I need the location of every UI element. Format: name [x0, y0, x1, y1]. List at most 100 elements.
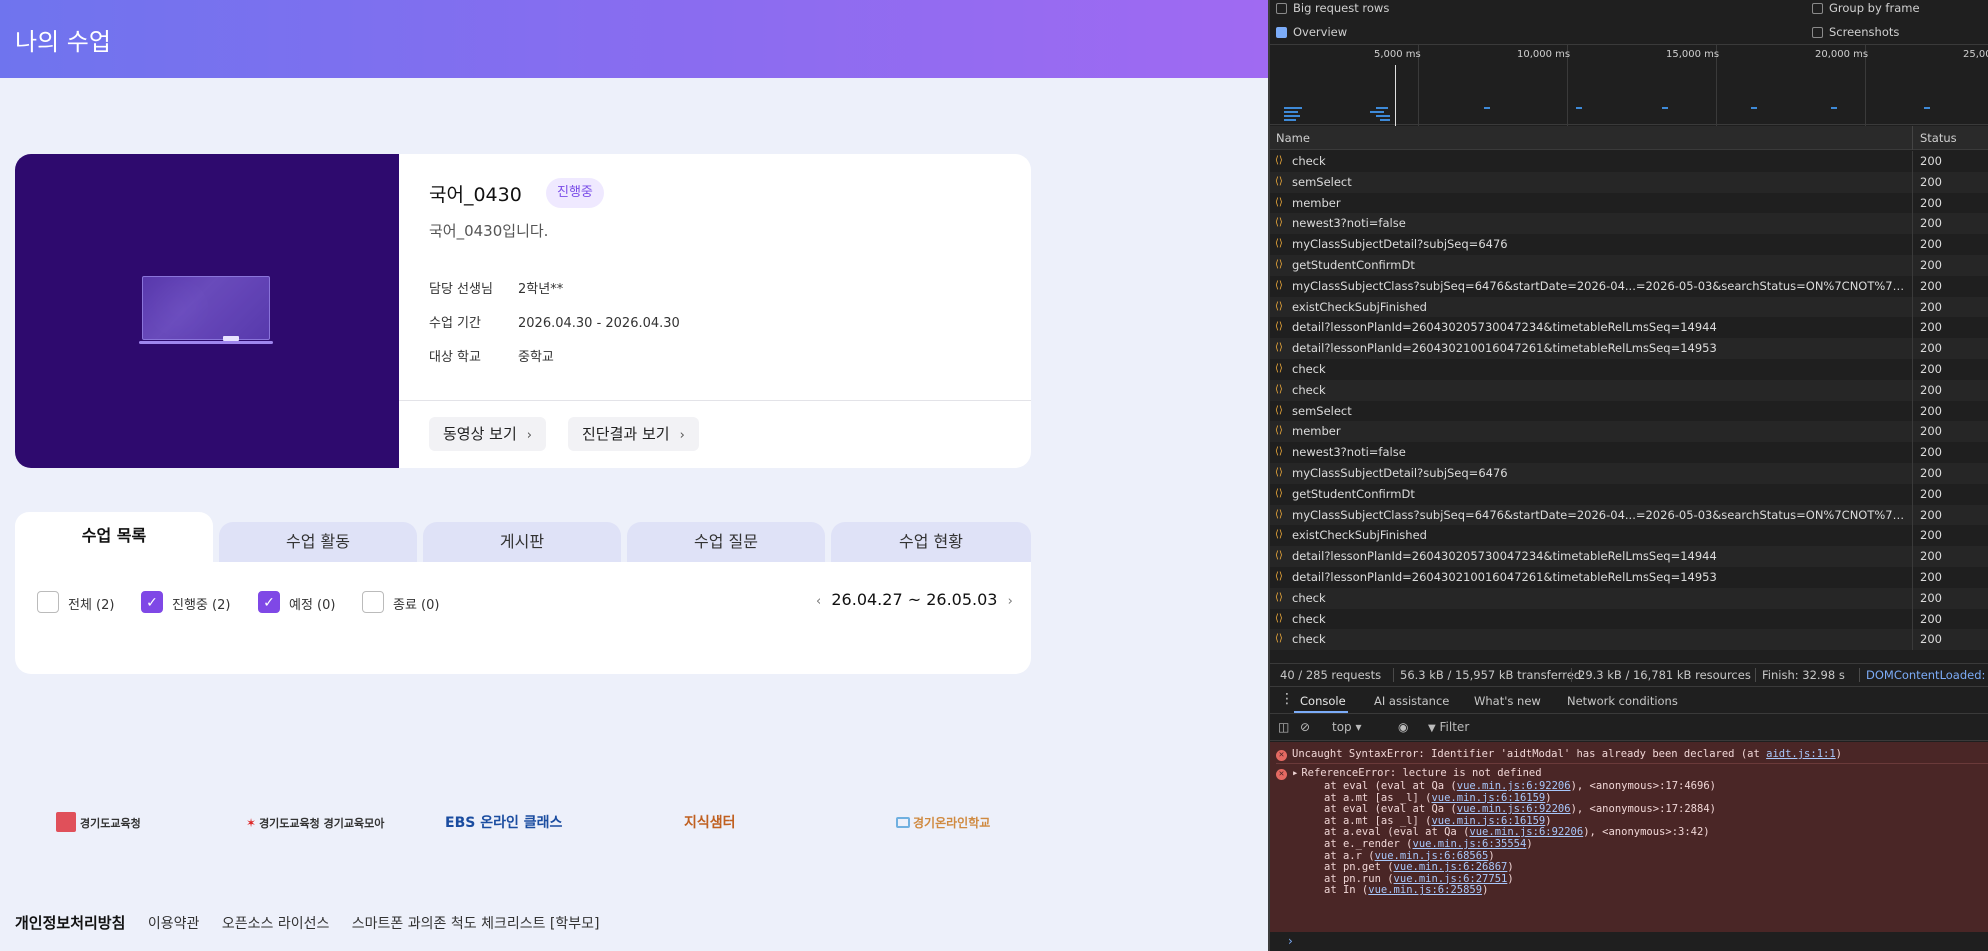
filter-in-progress[interactable]: ✓ 진행중 (2): [141, 591, 241, 613]
logo-gyeonggi-moa[interactable]: ✶ 경기도교육청 경기교육모아: [246, 808, 384, 838]
console-error-reference[interactable]: ✕ ▸ ReferenceError: lecture is not defined: [1276, 767, 1988, 780]
request-row[interactable]: ⟨⟩ semSelect 200: [1270, 171, 1988, 193]
request-row[interactable]: ⟨⟩ detail?lessonPlanId=260430210016047261…: [1270, 338, 1988, 359]
source-link[interactable]: vue.min.js:6:26867: [1394, 861, 1508, 873]
sidebar-toggle-icon[interactable]: ◫: [1278, 720, 1289, 734]
checkbox-checked[interactable]: [1276, 27, 1287, 38]
source-link[interactable]: vue.min.js:6:16159: [1431, 815, 1545, 827]
checkbox-checked[interactable]: ✓: [258, 591, 280, 613]
checkbox[interactable]: [1812, 27, 1823, 38]
request-row[interactable]: ⟨⟩ newest3?noti=false 200: [1270, 442, 1988, 463]
logo-knowledge-center[interactable]: 지식샘터: [684, 808, 736, 838]
request-status: 200: [1920, 424, 1942, 439]
request-row[interactable]: ⟨⟩ semSelect 200: [1270, 400, 1988, 422]
checkbox[interactable]: [362, 591, 384, 613]
source-link[interactable]: vue.min.js:6:27751: [1394, 873, 1508, 885]
request-row[interactable]: ⟨⟩ check 200: [1270, 587, 1988, 609]
tab-class-activity[interactable]: 수업 활동: [219, 522, 417, 562]
source-link[interactable]: vue.min.js:6:92206: [1457, 803, 1571, 815]
diagnosis-result-button[interactable]: 진단결과 보기 ›: [568, 417, 699, 451]
source-link[interactable]: aidt.js:1:1: [1766, 748, 1836, 760]
request-row[interactable]: ⟨⟩ detail?lessonPlanId=260430210016047261…: [1270, 566, 1988, 588]
request-row[interactable]: ⟨⟩ getStudentConfirmDt 200: [1270, 483, 1988, 505]
console-prompt[interactable]: ›: [1288, 934, 1293, 948]
smartphone-checklist-link[interactable]: 스마트폰 과의존 척도 체크리스트 [학부모]: [352, 916, 600, 932]
tab-console[interactable]: Console: [1300, 694, 1346, 708]
request-row[interactable]: ⟨⟩ newest3?noti=false 200: [1270, 213, 1988, 235]
request-row[interactable]: ⟨⟩ detail?lessonPlanId=260430205730047234…: [1270, 546, 1988, 567]
request-row[interactable]: ⟨⟩ detail?lessonPlanId=260430205730047234…: [1270, 317, 1988, 339]
source-link[interactable]: vue.min.js:6:16159: [1431, 792, 1545, 804]
watch-video-button[interactable]: 동영상 보기 ›: [429, 417, 546, 451]
source-link[interactable]: vue.min.js:6:68565: [1375, 850, 1489, 862]
column-status[interactable]: Status: [1920, 131, 1957, 145]
stack-frame: at In (vue.min.js:6:25859): [1324, 884, 1488, 896]
tab-whats-new[interactable]: What's new: [1474, 694, 1541, 708]
logo-gyeonggi-online-school[interactable]: 경기온라인학교: [896, 808, 990, 838]
request-row[interactable]: ⟨⟩ check 200: [1270, 608, 1988, 630]
source-link[interactable]: vue.min.js:6:25859: [1368, 884, 1482, 896]
chevron-right-icon[interactable]: ›: [1008, 594, 1013, 609]
clear-console-icon[interactable]: ⊘: [1300, 720, 1310, 734]
request-row[interactable]: ⟨⟩ getStudentConfirmDt 200: [1270, 254, 1988, 276]
column-divider: [1912, 608, 1913, 630]
request-timing-mark: [1376, 115, 1390, 117]
source-link[interactable]: vue.min.js:6:92206: [1469, 826, 1583, 838]
drawer-menu-icon[interactable]: ⋮: [1280, 691, 1294, 707]
checkbox[interactable]: [1812, 3, 1823, 14]
source-link[interactable]: vue.min.js:6:92206: [1457, 780, 1571, 792]
request-row[interactable]: ⟨⟩ check 200: [1270, 629, 1988, 651]
open-source-license-link[interactable]: 오픈소스 라이선스: [222, 916, 330, 932]
request-row[interactable]: ⟨⟩ myClassSubjectDetail?subjSeq=6476 200: [1270, 462, 1988, 484]
expand-triangle-icon[interactable]: ▸: [1292, 767, 1298, 779]
tab-class-questions[interactable]: 수업 질문: [627, 522, 825, 562]
terms-link[interactable]: 이용약관: [148, 916, 200, 932]
checkbox[interactable]: [1276, 3, 1287, 14]
eye-icon[interactable]: ◉: [1398, 720, 1408, 734]
tab-ai-assistance[interactable]: AI assistance: [1374, 694, 1449, 708]
request-row[interactable]: ⟨⟩ member 200: [1270, 192, 1988, 214]
chevron-left-icon[interactable]: ‹: [816, 594, 821, 609]
request-row[interactable]: ⟨⟩ myClassSubjectClass?subjSeq=6476&start…: [1270, 275, 1988, 297]
frame-text: ): [1526, 838, 1533, 850]
tab-network-conditions[interactable]: Network conditions: [1567, 694, 1678, 708]
request-row[interactable]: ⟨⟩ existCheckSubjFinished 200: [1270, 296, 1988, 318]
request-name: myClassSubjectDetail?subjSeq=6476: [1292, 237, 1508, 252]
button-label: 진단결과 보기: [582, 425, 670, 443]
overview-option[interactable]: Overview: [1276, 25, 1347, 39]
request-row[interactable]: ⟨⟩ member 200: [1270, 421, 1988, 443]
tab-class-status[interactable]: 수업 현황: [831, 522, 1031, 562]
checkbox-checked[interactable]: ✓: [141, 591, 163, 613]
request-row[interactable]: ⟨⟩ check 200: [1270, 358, 1988, 380]
privacy-policy-link[interactable]: 개인정보처리방침: [15, 914, 125, 932]
request-timing-mark: [1751, 107, 1757, 109]
filter-ended[interactable]: 종료 (0): [362, 591, 452, 613]
filter-input[interactable]: ▼ Filter: [1428, 720, 1469, 734]
request-row[interactable]: ⟨⟩ check 200: [1270, 379, 1988, 401]
logo-gyeonggi-office[interactable]: 경기도교육청: [56, 808, 141, 838]
frame-text: at a.r (: [1324, 849, 1375, 862]
checkbox[interactable]: [37, 591, 59, 613]
chevron-right-icon: ›: [679, 428, 685, 443]
source-link[interactable]: vue.min.js:6:35554: [1413, 838, 1527, 850]
request-row[interactable]: ⟨⟩ myClassSubjectDetail?subjSeq=6476 200: [1270, 234, 1988, 255]
group-by-frame-option[interactable]: Group by frame: [1812, 1, 1920, 15]
request-row[interactable]: ⟨⟩ check 200: [1270, 151, 1988, 172]
network-overview[interactable]: 5,000 ms 10,000 ms 15,000 ms 20,000 ms 2…: [1270, 44, 1988, 126]
screenshots-option[interactable]: Screenshots: [1812, 25, 1899, 39]
filter-all[interactable]: 전체 (2): [37, 591, 127, 613]
column-divider: [1912, 400, 1913, 422]
context-selector[interactable]: top ▾: [1332, 720, 1362, 734]
request-name: check: [1292, 382, 1326, 397]
request-row[interactable]: ⟨⟩ myClassSubjectClass?subjSeq=6476&start…: [1270, 504, 1988, 526]
tab-board[interactable]: 게시판: [423, 522, 621, 562]
tab-class-list[interactable]: 수업 목록: [15, 512, 213, 562]
column-name[interactable]: Name: [1276, 131, 1310, 145]
frame-text: ), <anonymous>:17:2884): [1570, 803, 1716, 816]
logo-ebs[interactable]: EBS 온라인 클래스: [445, 808, 562, 838]
big-request-rows-option[interactable]: Big request rows: [1276, 1, 1389, 15]
summary-resources: 29.3 kB / 16,781 kB resources: [1578, 668, 1751, 682]
filter-scheduled[interactable]: ✓ 예정 (0): [258, 591, 348, 613]
request-row[interactable]: ⟨⟩ existCheckSubjFinished 200: [1270, 525, 1988, 547]
class-thumbnail: [15, 154, 399, 468]
